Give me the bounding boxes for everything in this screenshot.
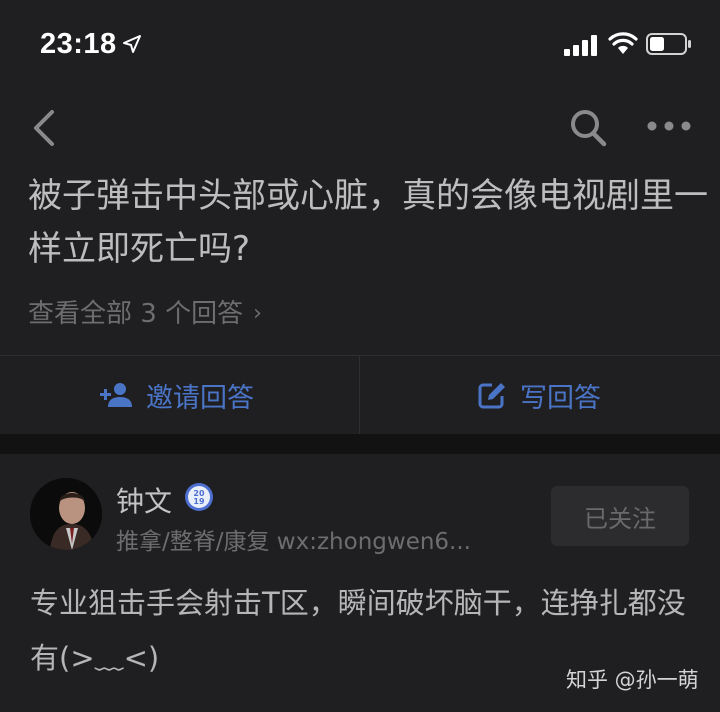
wifi-icon: [608, 32, 638, 54]
edit-icon: [478, 383, 505, 409]
more-icon[interactable]: [646, 116, 692, 136]
author-name[interactable]: 钟文: [116, 480, 172, 520]
question-header: 23:18 被子弹击中头部或心脏，真的会像电视剧里一样立即死亡吗? 查看全部 3…: [0, 0, 720, 434]
battery-icon: [646, 33, 691, 55]
follow-button[interactable]: 已关注: [551, 486, 689, 546]
signal-icon: [564, 35, 597, 56]
author-bio: 推拿/整脊/康复 wx:zhongwen6...: [116, 529, 471, 555]
add-user-icon: [100, 383, 132, 407]
search-icon[interactable]: [568, 106, 608, 148]
badge-year-bottom: 19: [193, 497, 205, 506]
question-title: 被子弹击中头部或心脏，真的会像电视剧里一样立即死亡吗?: [28, 176, 708, 269]
watermark: 知乎 @孙一萌: [566, 668, 699, 692]
view-all-answers-link[interactable]: 查看全部 3 个回答 ›: [28, 296, 262, 332]
write-answer-label: 写回答: [520, 382, 601, 414]
back-icon[interactable]: [28, 106, 64, 150]
invite-answer-label: 邀请回答: [146, 382, 254, 414]
view-all-label: 查看全部 3 个回答: [28, 299, 244, 329]
status-bar: 23:18: [0, 0, 720, 88]
chevron-right-icon: ›: [253, 301, 262, 326]
write-answer-button[interactable]: 写回答: [478, 356, 601, 434]
avatar[interactable]: [30, 478, 102, 550]
divider: [359, 356, 360, 434]
status-time: 23:18: [40, 28, 117, 60]
location-arrow-icon: [123, 35, 141, 53]
badge-icon: 20 19: [185, 483, 213, 511]
avatar-image: [30, 478, 102, 550]
invite-answer-button[interactable]: 邀请回答: [100, 356, 254, 434]
